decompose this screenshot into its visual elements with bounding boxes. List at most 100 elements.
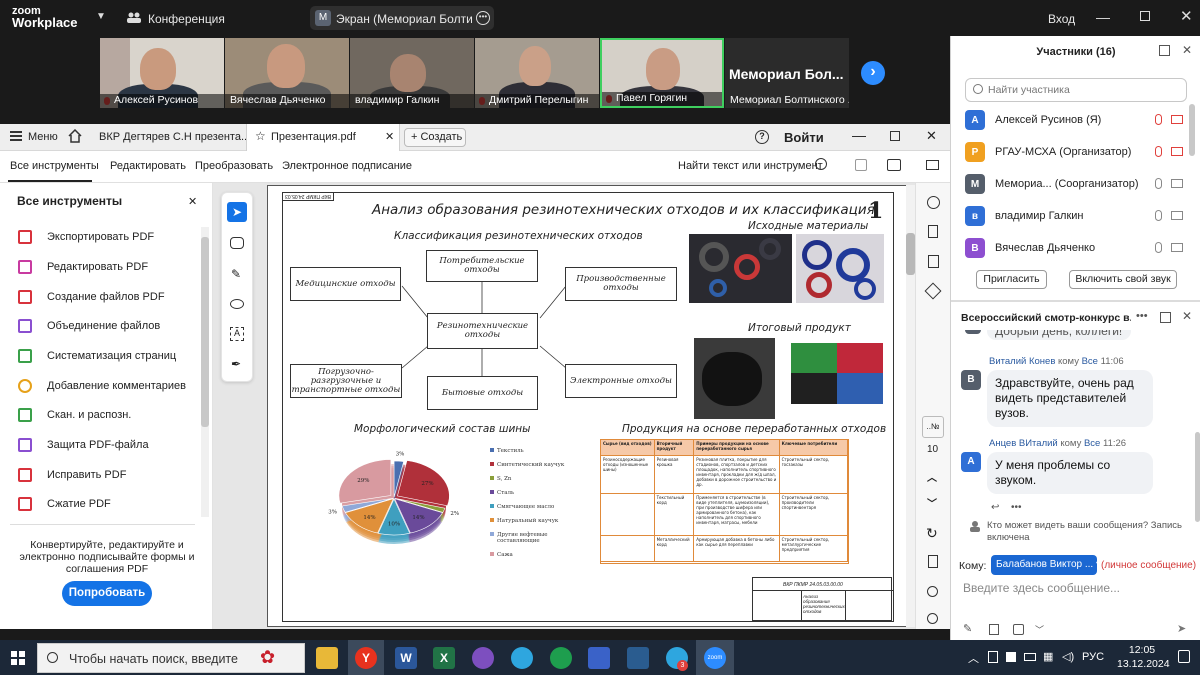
save-icon[interactable] (855, 159, 867, 171)
tab-active[interactable]: ☆ Презентация.pdf ✕ (246, 124, 400, 151)
restore-icon[interactable] (890, 131, 900, 141)
yandex-browser-icon[interactable]: Y (355, 647, 377, 669)
battery-icon[interactable] (1024, 653, 1036, 661)
more-icon[interactable]: ••• (476, 11, 490, 25)
video-off-icon[interactable] (1171, 179, 1183, 188)
video-tile[interactable]: Вячеслав Дьяченко (225, 38, 349, 108)
tab-all-tools[interactable]: Все инструменты (10, 160, 99, 172)
ai-assistant-icon[interactable] (927, 196, 940, 209)
video-off-icon[interactable] (1171, 243, 1183, 252)
unmute-button[interactable]: Включить свой звук (1069, 270, 1177, 289)
comment-icon[interactable] (230, 237, 244, 249)
tool-create-pdf[interactable]: Создание файлов PDF (18, 286, 165, 308)
recipient-select[interactable]: Балабанов Виктор ... ▾ (991, 555, 1097, 575)
close-panel-icon[interactable]: ✕ (188, 195, 197, 208)
close-icon[interactable]: ✕ (1182, 43, 1192, 57)
tool-edit-pdf[interactable]: Редактировать PDF (18, 256, 148, 278)
bookmark-icon[interactable] (928, 225, 938, 238)
tool-comment[interactable]: Добавление комментариев (18, 375, 186, 397)
popout-icon[interactable] (1160, 312, 1171, 323)
tray-icon[interactable] (1006, 652, 1016, 662)
sender-name[interactable]: Виталий Конев (989, 356, 1055, 367)
zoom-in-icon[interactable] (927, 586, 938, 597)
lasso-icon[interactable] (230, 299, 244, 309)
participant-row[interactable]: В Вячеслав Дьяченко (965, 236, 1183, 260)
more-icon[interactable]: ••• (1011, 502, 1022, 513)
star-icon[interactable]: ☆ (255, 129, 266, 143)
participants-scrollbar[interactable] (1189, 104, 1195, 156)
tool-organize[interactable]: Систематизация страниц (18, 345, 176, 367)
tray-icon[interactable] (988, 651, 998, 663)
tool-scan[interactable]: Скан. и распозн. (18, 404, 131, 426)
popout-icon[interactable] (1159, 45, 1170, 56)
help-icon[interactable]: ? (755, 130, 769, 144)
video-off-icon[interactable] (1171, 211, 1183, 220)
clock[interactable]: 12:05 13.12.2024 (1117, 643, 1170, 671)
chevron-down-icon[interactable]: ﹀ (1035, 623, 1044, 636)
find-tool[interactable]: Найти текст или инструмент (678, 160, 823, 172)
try-button[interactable]: Попробовать (62, 581, 152, 606)
video-tile[interactable]: Алексей Русинов (100, 38, 224, 108)
minimize-icon[interactable]: — (852, 127, 866, 143)
viber-icon[interactable] (472, 647, 494, 669)
zoom-app-icon[interactable]: zoom (704, 647, 726, 669)
tool-export-pdf[interactable]: Экспортировать PDF (18, 226, 154, 248)
mic-icon[interactable] (1155, 242, 1162, 253)
sign-icon[interactable]: ✒ (231, 357, 241, 371)
send-icon[interactable]: ➤ (1177, 622, 1186, 635)
tab-edit[interactable]: Редактировать (110, 160, 186, 172)
notifications-icon[interactable] (1178, 650, 1190, 663)
video-off-icon[interactable] (1171, 147, 1183, 156)
close-icon[interactable]: ✕ (926, 128, 937, 144)
home-icon[interactable] (68, 128, 82, 143)
print-icon[interactable] (887, 159, 901, 171)
menu-icon[interactable] (10, 131, 22, 141)
participant-row[interactable]: А Алексей Русинов (Я) (965, 108, 1183, 132)
chevron-down-icon[interactable]: ▼ (96, 11, 106, 22)
app-icon[interactable] (550, 647, 572, 669)
tool-compress[interactable]: Сжатие PDF (18, 493, 111, 515)
telegram-icon[interactable] (511, 647, 533, 669)
chevron-down-icon[interactable]: ﹀ (927, 495, 937, 510)
save-app-icon[interactable] (588, 647, 610, 669)
new-tab-button[interactable]: + Создать (404, 128, 466, 147)
muted-mic-icon[interactable] (1155, 146, 1162, 157)
acrobat-signin[interactable]: Войти (784, 130, 824, 145)
volume-icon[interactable]: ◁) (1062, 650, 1074, 663)
video-tile-active[interactable]: Павел Горягин (600, 38, 724, 108)
document-icon[interactable] (928, 555, 938, 568)
file-icon[interactable] (989, 624, 999, 635)
tool-protect[interactable]: Защита PDF-файла (18, 434, 149, 456)
tab-document[interactable]: ВКР Дегтярев С.Н презента... (99, 131, 250, 143)
next-videos-button[interactable]: › (861, 61, 885, 85)
refresh-icon[interactable]: ↻ (926, 525, 938, 542)
file-explorer-icon[interactable] (316, 647, 338, 669)
more-icon[interactable]: ••• (1136, 310, 1148, 322)
zoom-out-icon[interactable] (927, 613, 938, 624)
zoom-signin[interactable]: Вход (1048, 12, 1075, 26)
video-tile[interactable]: Мемориал Бол... Мемориал Болтинского ... (725, 38, 849, 108)
visibility-note[interactable]: Кто может видеть ваши сообщения? Запись … (987, 520, 1187, 544)
cursor-icon[interactable]: ➤ (227, 202, 247, 222)
participant-row[interactable]: в владимир Галкин (965, 204, 1183, 228)
text-select-icon[interactable]: A (230, 327, 244, 341)
chevron-up-icon[interactable]: ︿ (927, 469, 937, 484)
language-indicator[interactable]: РУС (1082, 651, 1104, 663)
chevron-up-icon[interactable]: ︿ (968, 650, 979, 666)
excel-icon[interactable]: X (433, 647, 455, 669)
word-icon[interactable]: W (395, 647, 417, 669)
video-tile[interactable]: владимир Галкин (350, 38, 474, 108)
video-off-icon[interactable] (1171, 115, 1183, 124)
chat-input[interactable]: Введите здесь сообщение... (963, 581, 1189, 595)
layers-icon[interactable] (924, 282, 942, 300)
menu-label[interactable]: Меню (28, 131, 58, 143)
doc-scrollbar[interactable] (906, 185, 915, 627)
participant-search[interactable]: Найти участника (965, 78, 1187, 102)
muted-mic-icon[interactable] (1155, 114, 1162, 125)
reply-icon[interactable]: ↩ (991, 502, 999, 513)
tool-fix[interactable]: Исправить PDF (18, 464, 126, 486)
invite-button[interactable]: Пригласить (976, 270, 1047, 289)
pen-icon[interactable]: ✎ (231, 267, 241, 281)
participant-row[interactable]: Р РГАУ-МСХА (Организатор) (965, 140, 1183, 164)
mic-icon[interactable] (1155, 210, 1162, 221)
